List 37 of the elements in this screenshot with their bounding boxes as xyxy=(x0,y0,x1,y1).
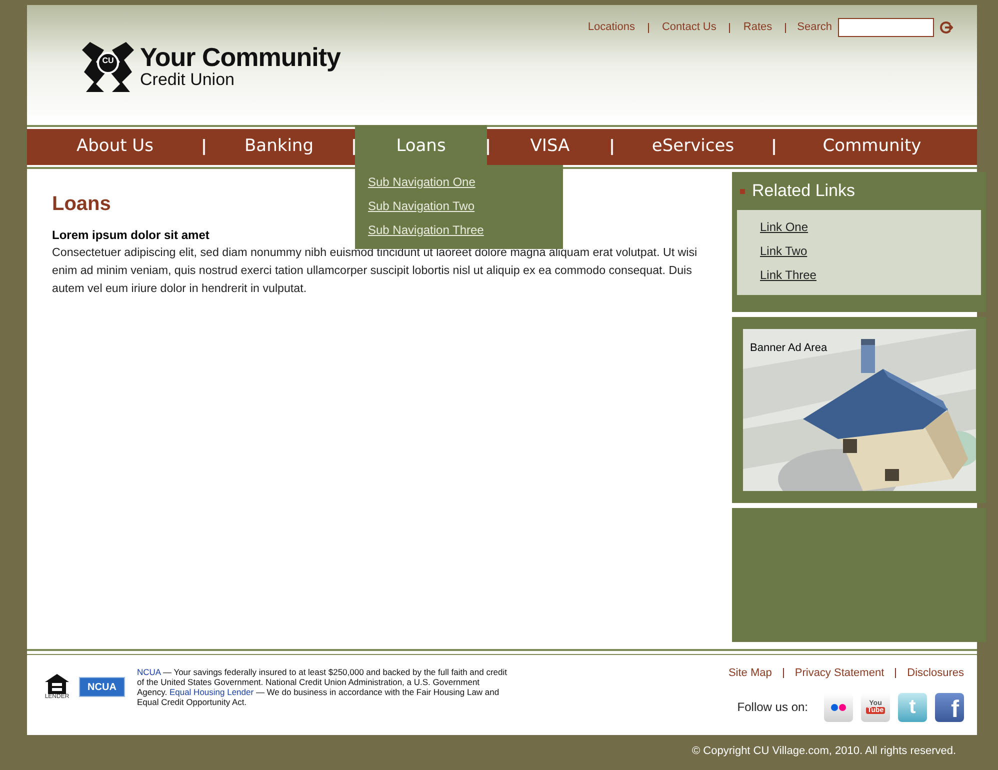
content-subtitle: Lorem ipsum dolor sit amet xyxy=(52,227,210,244)
footer-link[interactable]: Privacy Statement xyxy=(794,665,884,682)
search-label: Search xyxy=(797,20,832,36)
facebook-icon[interactable]: f xyxy=(935,692,964,722)
related-link[interactable]: Link Three xyxy=(760,266,816,284)
utility-link[interactable]: Rates xyxy=(741,19,774,36)
footer-link[interactable]: Site Map xyxy=(728,665,772,682)
ncua-logo: NCUA xyxy=(79,677,125,697)
disclosure-link[interactable]: Equal Housing Lender xyxy=(169,687,254,697)
footer-link[interactable]: Disclosures xyxy=(907,665,964,682)
bullet-icon xyxy=(740,188,745,194)
related-link[interactable]: Link Two xyxy=(760,242,808,260)
panel-title: Related Links xyxy=(752,180,856,202)
page-title: Loans xyxy=(52,192,111,216)
utility-link[interactable]: Locations xyxy=(586,19,637,36)
nav-tab[interactable]: Community xyxy=(775,129,969,165)
nav-tab[interactable]: Banking xyxy=(205,129,353,165)
disclosure-text: NCUA — Your savings federally insured to at least $250,000 and backed by the full faith and credit of the United States Government. National Credit Union Administration, a U.S. Government Agency. Equal Housing Lender — We do business in accordance with the Fair Housing Law and Equal Credit Opportunity Act. xyxy=(137,667,508,707)
submenu-link[interactable]: Sub Navigation One xyxy=(368,173,476,191)
content-paragraph: Consectetuer adipiscing elit, sed diam nonummy nibh euismod tincidunt ut laoreet dolore magna aliquam erat volutpat. Ut wisi enim ad minim veniam, quis nostrud exerci tation ullamcorper suscipit lobortis nisl ut aliquip ex ea commodo consequat. Duis autem vel eum iriure dolor in hendrerit in vulputat. xyxy=(52,245,698,297)
copyright-text: © Copyright CU Village.com, 2010. All rights reserved. xyxy=(692,744,958,759)
submenu-link[interactable]: Sub Navigation Three xyxy=(368,221,484,239)
logo-name: Your Community xyxy=(140,44,341,70)
utility-link[interactable]: Contact Us xyxy=(660,19,718,36)
banner-label: Banner Ad Area xyxy=(750,341,828,356)
submenu-link[interactable]: Sub Navigation Two xyxy=(368,197,475,215)
logo-subname: Credit Union xyxy=(140,70,234,90)
flickr-icon[interactable] xyxy=(824,692,853,722)
nav-tab[interactable]: eServices xyxy=(613,129,773,165)
disclosure-link[interactable]: NCUA xyxy=(137,667,161,677)
nav-tab[interactable]: About Us xyxy=(27,129,203,165)
follow-label: Follow us on: xyxy=(737,699,808,716)
go-icon[interactable] xyxy=(940,21,953,34)
related-link[interactable]: Link One xyxy=(760,218,808,236)
nav-tab[interactable]: VISA xyxy=(489,129,611,165)
search-field[interactable] xyxy=(838,18,934,37)
nav-tab[interactable]: Loans xyxy=(355,125,487,165)
